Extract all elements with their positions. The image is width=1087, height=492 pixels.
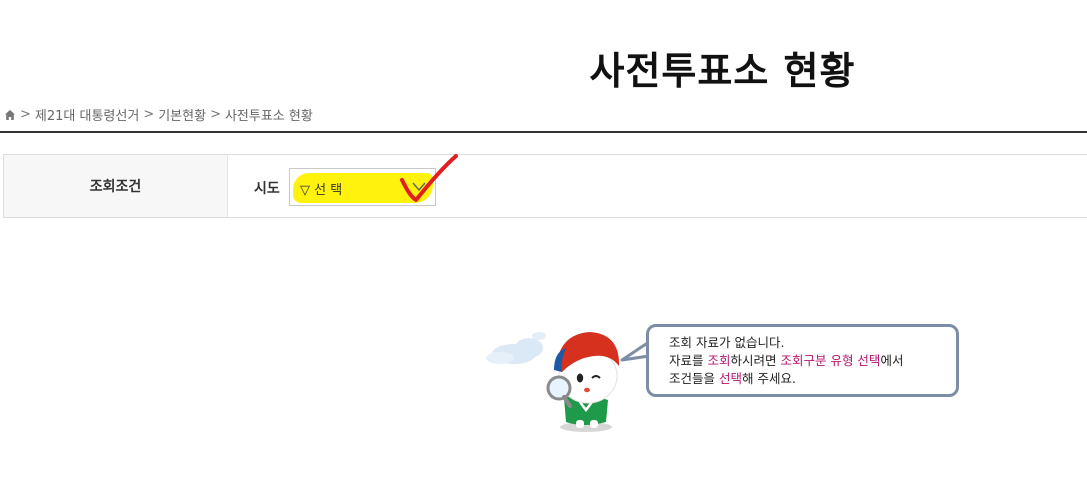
sido-select-value: ▽ 선 택 xyxy=(300,183,343,198)
breadcrumb: > 제21대 대통령선거 > 기본현황 > 사전투표소 현황 xyxy=(4,105,313,124)
breadcrumb-item-current: 사전투표소 현황 xyxy=(224,109,313,124)
home-icon[interactable] xyxy=(4,109,16,121)
magnifier-icon xyxy=(546,375,572,408)
text-fragment: 해 주세요. xyxy=(742,371,796,386)
empty-result-message: 조회 자료가 없습니다. 자료를 조회하시려면 조회구분 유형 선택에서 조건들… xyxy=(646,324,959,397)
breadcrumb-separator: > xyxy=(210,107,221,122)
breadcrumb-item-basic-status[interactable]: 기본현황 xyxy=(158,105,206,124)
text-fragment: 에서 xyxy=(880,353,904,368)
text-fragment: 하시려면 xyxy=(730,353,781,368)
cloud-icon xyxy=(486,332,546,364)
sido-label: 시도 xyxy=(254,181,280,197)
search-condition-body: 시도 ▽ 선 택 xyxy=(228,155,1087,217)
breadcrumb-separator: > xyxy=(143,107,155,122)
breadcrumb-item-election[interactable]: 제21대 대통령선거 xyxy=(35,105,139,124)
breadcrumb-separator: > xyxy=(20,107,31,122)
highlight-text: 선택 xyxy=(718,371,742,386)
empty-message-line-2: 자료를 조회하시려면 조회구분 유형 선택에서 xyxy=(669,352,956,370)
search-condition-header: 조회조건 xyxy=(4,155,228,217)
checkmark-icon xyxy=(400,154,458,202)
highlight-text: 조회구분 유형 선택 xyxy=(780,353,881,368)
title-divider xyxy=(0,131,1087,133)
page-title: 사전투표소 현황 xyxy=(589,49,856,93)
empty-message-line-1: 조회 자료가 없습니다. xyxy=(669,335,785,350)
text-fragment: 조건들을 xyxy=(669,371,719,386)
mascot-illustration xyxy=(486,332,620,432)
empty-message-line-3: 조건들을 선택해 주세요. xyxy=(669,370,956,388)
text-fragment: 자료를 xyxy=(669,353,708,368)
search-condition-table: 조회조건 시도 ▽ 선 택 xyxy=(3,154,1087,218)
highlight-text: 조회 xyxy=(707,353,731,368)
